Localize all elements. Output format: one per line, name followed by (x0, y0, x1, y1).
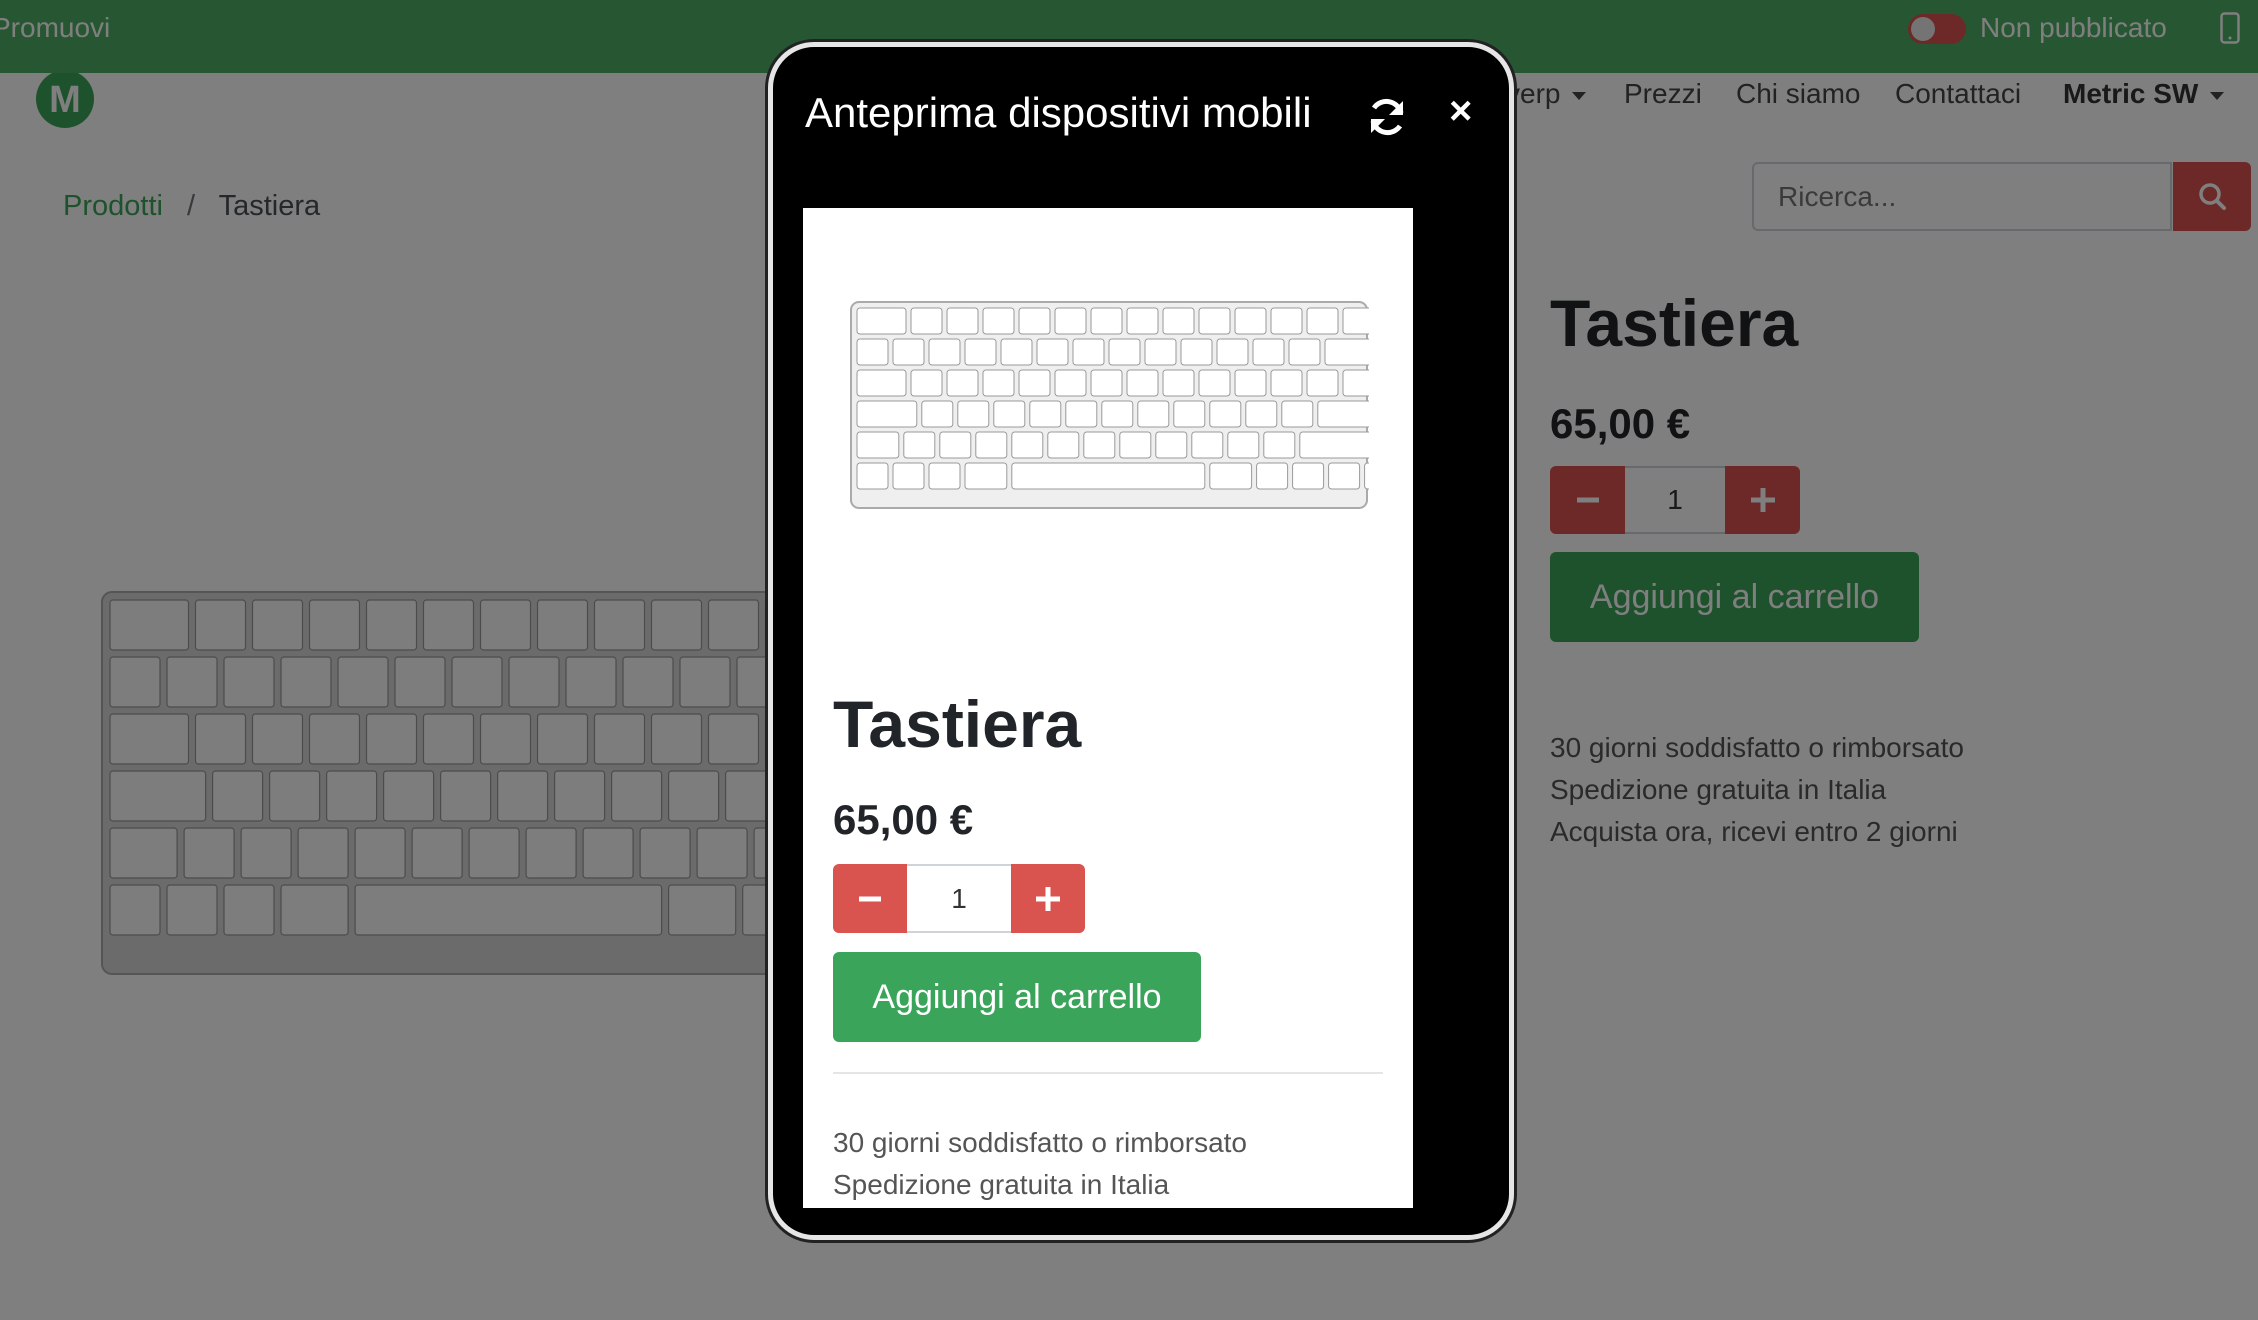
keyboard-key (856, 307, 907, 335)
keyboard-key (1227, 431, 1260, 459)
keyboard-key (1306, 369, 1339, 397)
keyboard-key (975, 431, 1008, 459)
keyboard-key (910, 369, 943, 397)
keyboard-key (946, 369, 979, 397)
keyboard-key (856, 369, 907, 397)
keyboard-key (982, 307, 1015, 335)
keyboard-key (1144, 338, 1177, 366)
mobile-preview-modal: Anteprima dispositivi mobili × Tastiera … (768, 42, 1514, 1240)
keyboard-key (1234, 369, 1267, 397)
keyboard-key (1209, 462, 1253, 490)
benefit-item: Spedizione gratuita in Italia (833, 1169, 1170, 1200)
keyboard-key (856, 431, 900, 459)
keyboard-key (1198, 369, 1231, 397)
keyboard-key (1054, 307, 1087, 335)
keyboard-key (1011, 431, 1044, 459)
keyboard-key (1256, 462, 1289, 490)
keyboard-key (1288, 338, 1321, 366)
keyboard-key (1216, 338, 1249, 366)
keyboard-key (1126, 369, 1159, 397)
keyboard-key (1090, 307, 1123, 335)
keyboard-key (1054, 369, 1087, 397)
keyboard-key (1281, 400, 1314, 428)
keyboard-key (1108, 338, 1141, 366)
divider (833, 1072, 1383, 1074)
keyboard-key (1072, 338, 1105, 366)
keyboard-key (964, 462, 1008, 490)
mobile-product-title: Tastiera (833, 687, 1082, 761)
mobile-preview-screen: Tastiera 65,00 € 1 Aggiungi al carrello … (803, 208, 1413, 1208)
keyboard-key (1270, 307, 1303, 335)
keyboard-key (1292, 462, 1325, 490)
keyboard-key (856, 462, 889, 490)
keyboard-key (1324, 338, 1369, 366)
keyboard-key (1155, 431, 1188, 459)
mobile-quantity-input[interactable]: 1 (907, 864, 1011, 933)
minus-icon (859, 896, 881, 901)
mobile-quantity-stepper: 1 (833, 864, 1085, 933)
mobile-add-to-cart-button[interactable]: Aggiungi al carrello (833, 952, 1201, 1042)
keyboard-key (1245, 400, 1278, 428)
keyboard-key (1065, 400, 1098, 428)
keyboard-key (856, 400, 918, 428)
keyboard-key (1299, 431, 1369, 459)
keyboard-key (1234, 307, 1267, 335)
keyboard-key (1018, 369, 1051, 397)
close-icon[interactable]: × (1449, 91, 1472, 131)
keyboard-key (1209, 400, 1242, 428)
keyboard-key (1162, 369, 1195, 397)
keyboard-key (856, 338, 889, 366)
keyboard-key (1328, 462, 1361, 490)
keyboard-key (1180, 338, 1213, 366)
keyboard-key (1090, 369, 1123, 397)
keyboard-key (946, 307, 979, 335)
keyboard-key (1263, 431, 1296, 459)
modal-title: Anteprima dispositivi mobili (805, 89, 1312, 136)
keyboard-key (1342, 307, 1369, 335)
keyboard-key (910, 307, 943, 335)
keyboard-key (1137, 400, 1170, 428)
keyboard-key (1173, 400, 1206, 428)
keyboard-key (1101, 400, 1134, 428)
keyboard-key (1000, 338, 1033, 366)
keyboard-key (957, 400, 990, 428)
keyboard-key (1119, 431, 1152, 459)
keyboard-key (1047, 431, 1080, 459)
keyboard-key (1252, 338, 1285, 366)
keyboard-key (1162, 307, 1195, 335)
mobile-product-benefits: 30 giorni soddisfatto o rimborsato Spedi… (833, 1122, 1247, 1206)
keyboard-key (928, 338, 961, 366)
mobile-product-price: 65,00 € (833, 796, 974, 843)
refresh-icon[interactable] (1365, 95, 1409, 139)
keyboard-key (892, 462, 925, 490)
keyboard-key (1342, 369, 1369, 397)
keyboard-key (939, 431, 972, 459)
keyboard-key (964, 338, 997, 366)
plus-icon (1036, 886, 1060, 911)
keyboard-key (982, 369, 1015, 397)
keyboard-key (1126, 307, 1159, 335)
keyboard-key (1036, 338, 1069, 366)
keyboard-key (1018, 307, 1051, 335)
keyboard-key (1317, 400, 1369, 428)
keyboard-key (1029, 400, 1062, 428)
keyboard-key (1198, 307, 1231, 335)
keyboard-key (1011, 462, 1206, 490)
mobile-decrease-quantity-button[interactable] (833, 864, 907, 933)
keyboard-key (921, 400, 954, 428)
keyboard-key (1191, 431, 1224, 459)
keyboard-key (1270, 369, 1303, 397)
keyboard-key (1306, 307, 1339, 335)
keyboard-key (928, 462, 961, 490)
mobile-increase-quantity-button[interactable] (1011, 864, 1085, 933)
keyboard-key (903, 431, 936, 459)
keyboard-key (1364, 462, 1369, 490)
keyboard-key (1083, 431, 1116, 459)
keyboard-key (993, 400, 1026, 428)
mobile-product-image (850, 301, 1369, 509)
keyboard-key (892, 338, 925, 366)
benefit-item: 30 giorni soddisfatto o rimborsato (833, 1127, 1247, 1158)
